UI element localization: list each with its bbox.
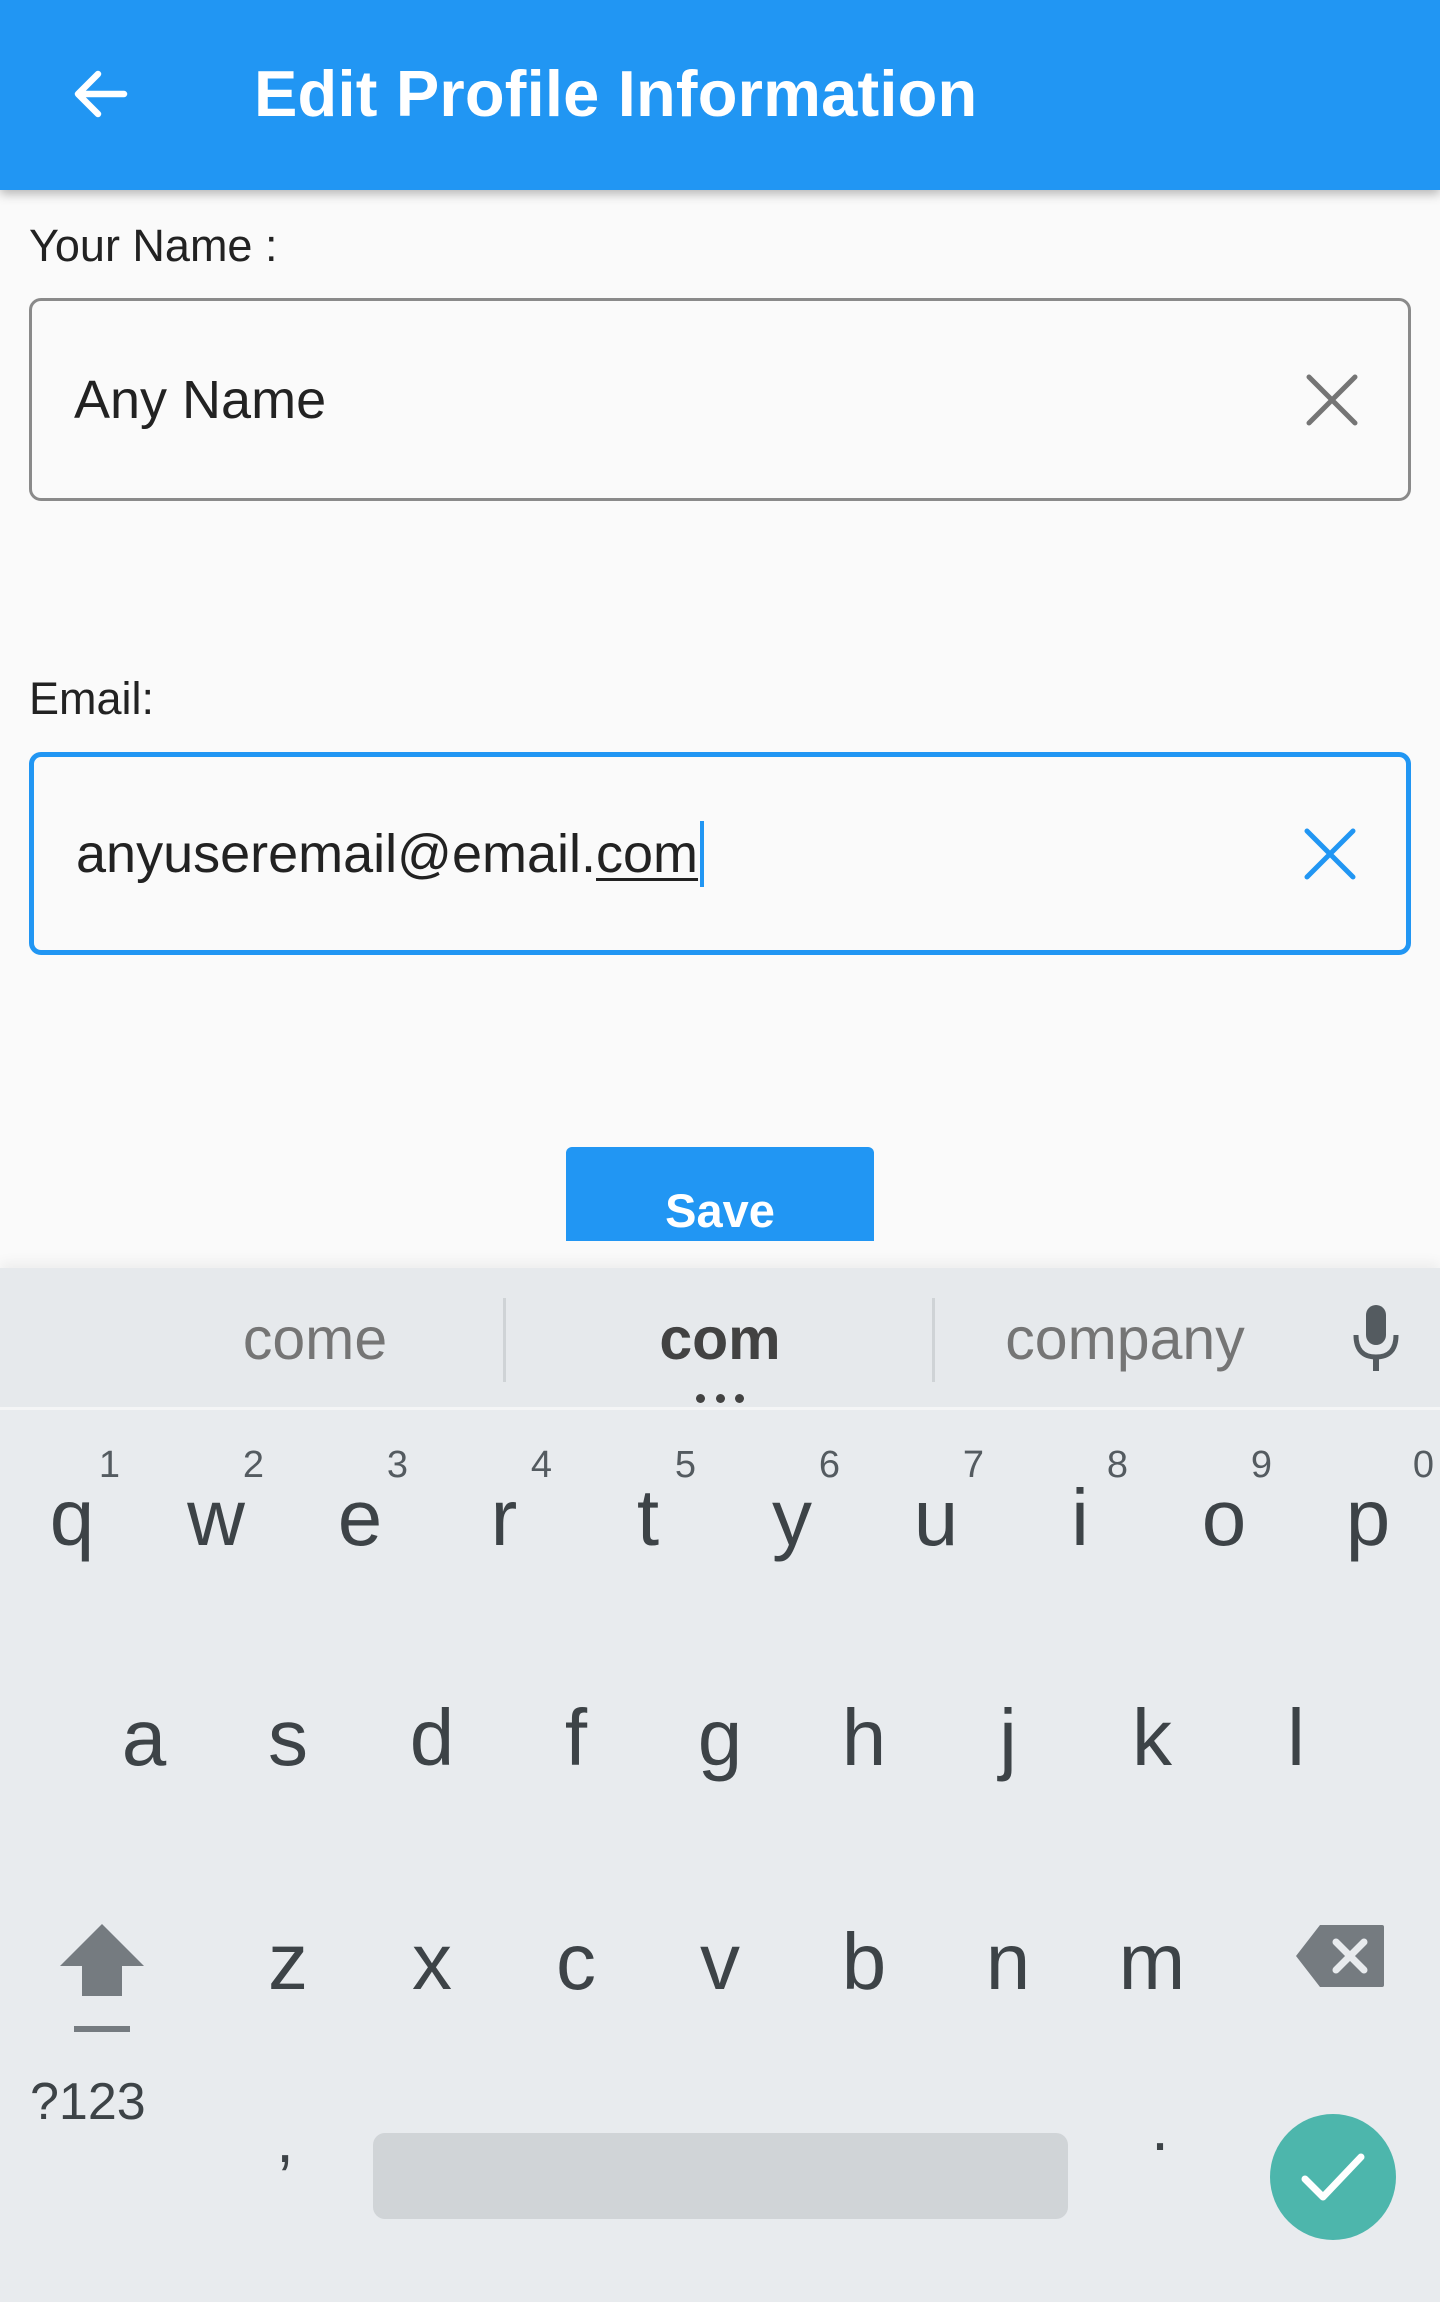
key-p[interactable]: 0p <box>1296 1428 1440 1628</box>
comma-key[interactable]: , <box>255 2108 315 2172</box>
key-c[interactable]: c <box>504 1876 648 2076</box>
app-bar: Edit Profile Information <box>0 0 1440 190</box>
period-key[interactable]: . <box>1130 2096 1190 2160</box>
key-u[interactable]: 7u <box>864 1428 1008 1628</box>
key-l[interactable]: l <box>1224 1652 1368 1852</box>
suggestion-strip: come com company <box>0 1268 1440 1410</box>
suggestion-divider <box>932 1298 935 1382</box>
email-label: Email: <box>29 673 155 724</box>
name-value: Any Name <box>74 369 327 430</box>
done-key[interactable] <box>1270 2114 1396 2240</box>
backspace-key[interactable] <box>1290 1916 1390 1996</box>
symbols-key[interactable]: ?123 <box>30 2072 146 2132</box>
shift-key[interactable] <box>44 1910 160 2050</box>
page-title: Edit Profile Information <box>254 57 978 130</box>
email-value: anyuseremail@email. com <box>76 820 705 887</box>
key-t[interactable]: 5t <box>576 1428 720 1628</box>
microphone-icon <box>1353 1305 1399 1371</box>
key-r[interactable]: 4r <box>432 1428 576 1628</box>
email-field[interactable]: anyuseremail@email. com <box>29 752 1411 955</box>
email-composing-text: com <box>596 823 699 884</box>
suggestion-center[interactable]: com <box>540 1268 900 1410</box>
checkmark-icon <box>1301 2153 1365 2201</box>
key-j[interactable]: j <box>936 1652 1080 1852</box>
backspace-icon <box>1296 1925 1384 1987</box>
suggestion-left[interactable]: come <box>160 1268 470 1410</box>
key-g[interactable]: g <box>648 1652 792 1852</box>
name-field[interactable]: Any Name <box>29 298 1411 501</box>
arrow-left-icon <box>74 70 128 118</box>
key-m[interactable]: m <box>1080 1876 1224 2076</box>
suggestion-right[interactable]: company <box>970 1268 1280 1410</box>
suggestion-divider <box>503 1298 506 1382</box>
close-icon <box>1304 828 1356 879</box>
key-a[interactable]: a <box>72 1652 216 1852</box>
key-b[interactable]: b <box>792 1876 936 2076</box>
key-i[interactable]: 8i <box>1008 1428 1152 1628</box>
key-d[interactable]: d <box>360 1652 504 1852</box>
key-y[interactable]: 6y <box>720 1428 864 1628</box>
key-v[interactable]: v <box>648 1876 792 2076</box>
key-e[interactable]: 3e <box>288 1428 432 1628</box>
key-k[interactable]: k <box>1080 1652 1224 1852</box>
close-icon <box>1306 374 1358 425</box>
email-value-text: anyuseremail@email. <box>76 823 597 884</box>
key-f[interactable]: f <box>504 1652 648 1852</box>
key-h[interactable]: h <box>792 1652 936 1852</box>
key-o[interactable]: 9o <box>1152 1428 1296 1628</box>
key-n[interactable]: n <box>936 1876 1080 2076</box>
key-x[interactable]: x <box>360 1876 504 2076</box>
shift-arrow-icon <box>60 1924 144 2032</box>
text-cursor <box>700 820 705 887</box>
name-label: Your Name : <box>29 220 278 271</box>
save-button[interactable]: Save <box>566 1147 874 1241</box>
key-z[interactable]: z <box>216 1876 360 2076</box>
key-w[interactable]: 2w <box>144 1428 288 1628</box>
voice-input-button[interactable] <box>1340 1303 1412 1375</box>
more-suggestions-icon[interactable] <box>696 1394 744 1404</box>
key-q[interactable]: 1q <box>0 1428 144 1628</box>
space-key[interactable] <box>373 2133 1068 2219</box>
back-button[interactable] <box>58 52 142 136</box>
email-clear-button[interactable] <box>1294 818 1366 890</box>
name-clear-button[interactable] <box>1296 364 1368 436</box>
key-s[interactable]: s <box>216 1652 360 1852</box>
